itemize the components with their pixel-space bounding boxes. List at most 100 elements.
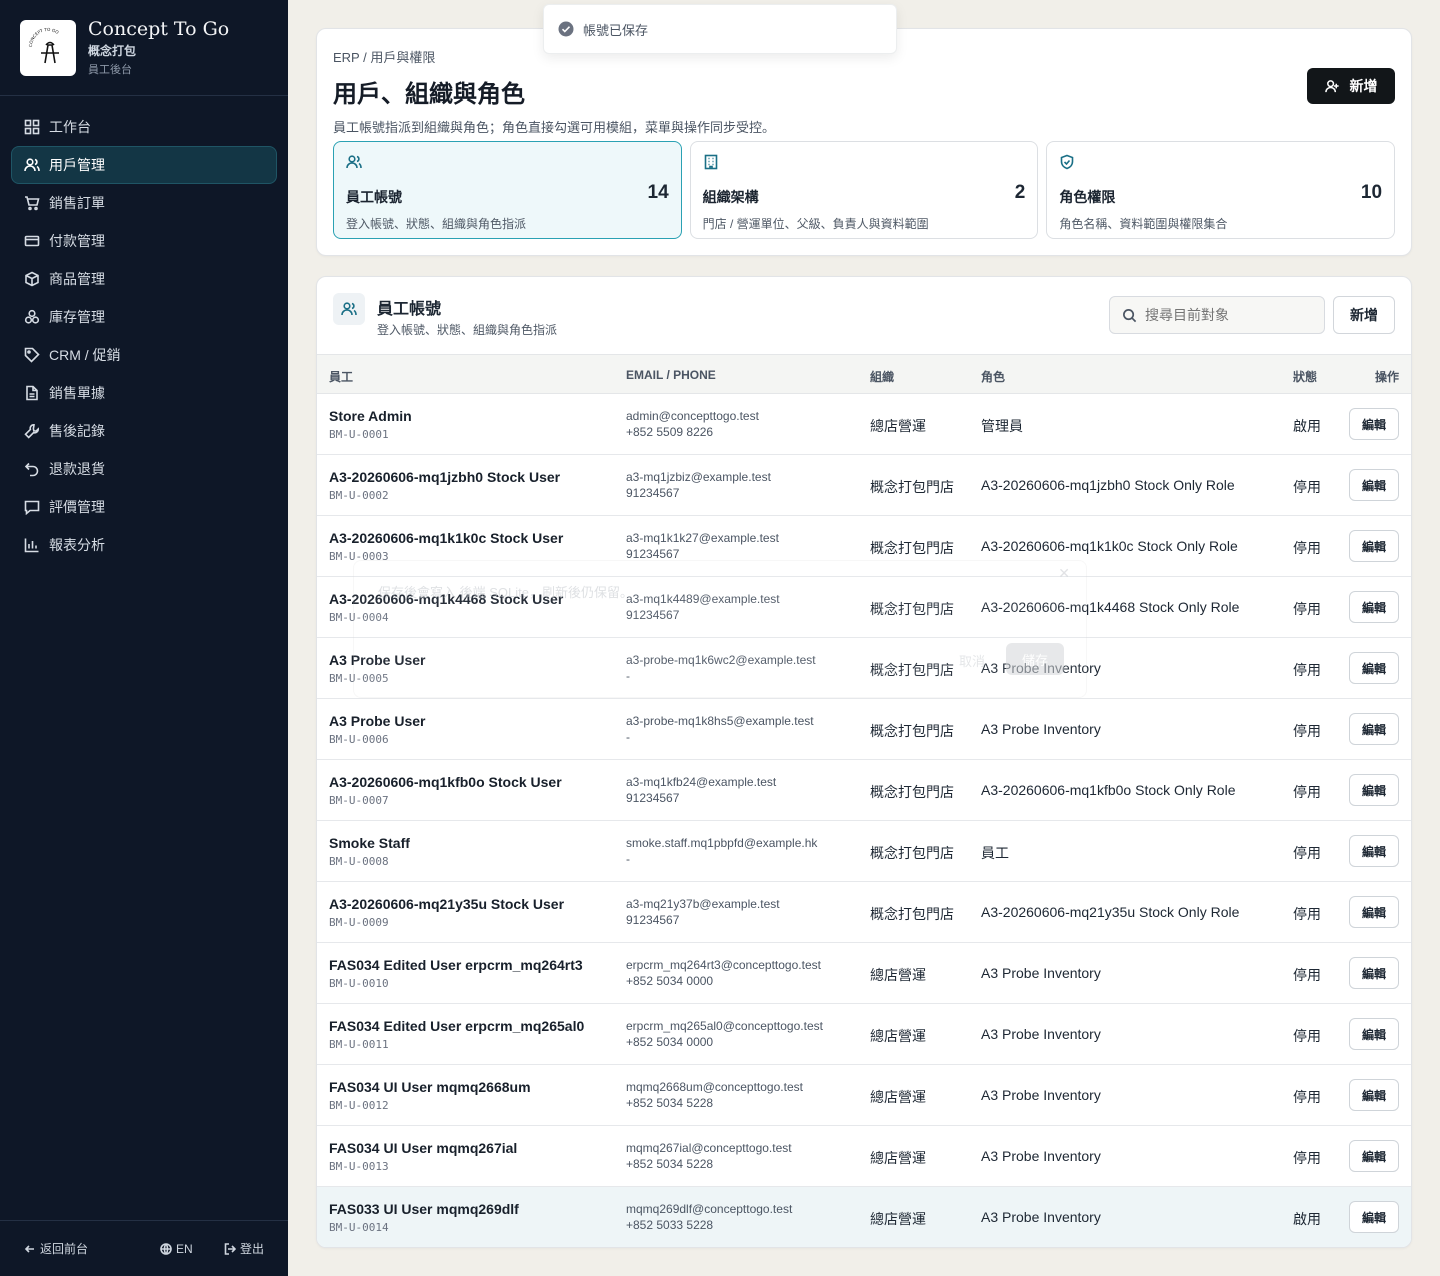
logout-button[interactable]: 登出	[224, 1240, 264, 1257]
employee-org: 總店營運	[870, 1211, 926, 1227]
table-row: A3-20260606-mq1kfb0o Stock User BM-U-0007…	[317, 760, 1411, 821]
stat-card-1[interactable]: 組織架構 門店 / 營運單位、父級、負責人與資料範圍 2	[689, 141, 1039, 239]
employee-phone: -	[626, 669, 630, 683]
sidebar-item-9[interactable]: 退款退貨	[11, 450, 277, 488]
employee-email: a3-probe-mq1k8hs5@example.test	[626, 714, 814, 728]
edit-button[interactable]: 編輯	[1349, 1140, 1399, 1172]
edit-button[interactable]: 編輯	[1349, 408, 1399, 440]
stat-card-0[interactable]: 員工帳號 登入帳號、狀態、組織與角色指派 14	[333, 141, 682, 239]
list-add-button[interactable]: 新增	[1333, 296, 1395, 334]
users-icon	[24, 158, 40, 172]
sidebar-item-3[interactable]: 付款管理	[11, 222, 277, 260]
svg-text:CONCEPT TO GO: CONCEPT TO GO	[28, 26, 60, 46]
employee-code: BM-U-0011	[329, 1038, 389, 1051]
search-input[interactable]	[1145, 307, 1315, 323]
col-role: 角色	[981, 370, 1006, 384]
employee-name: FAS034 Edited User erpcrm_mq265al0	[329, 1018, 585, 1034]
employee-status: 停用	[1293, 967, 1321, 983]
employee-phone: 91234567	[626, 913, 680, 927]
sidebar-item-7[interactable]: 銷售單據	[11, 374, 277, 412]
employee-code: BM-U-0003	[329, 550, 389, 563]
message-icon	[24, 500, 40, 515]
add-button[interactable]: 新增	[1307, 68, 1395, 104]
globe-icon	[160, 1242, 172, 1255]
sidebar-item-label: 報表分析	[49, 537, 105, 553]
employee-status: 停用	[1293, 540, 1321, 556]
sidebar-item-label: 用戶管理	[49, 157, 105, 173]
edit-button[interactable]: 編輯	[1349, 774, 1399, 806]
edit-button[interactable]: 編輯	[1349, 530, 1399, 562]
employee-role: 員工	[981, 845, 1009, 861]
edit-button[interactable]: 編輯	[1349, 713, 1399, 745]
sidebar-item-0[interactable]: 工作台	[11, 108, 277, 146]
file-icon	[26, 385, 38, 401]
employee-phone: +852 5033 5228	[626, 1218, 714, 1232]
employee-org: 概念打包門店	[870, 540, 954, 556]
user-list-card: 員工帳號 登入帳號、狀態、組織與角色指派 新增 員工 EMAIL / PHONE…	[316, 276, 1412, 1248]
table-row: Smoke Staff BM-U-0008 smoke.staff.mq1pbpfd…	[317, 821, 1411, 882]
employee-code: BM-U-0004	[329, 611, 389, 624]
employee-status: 停用	[1293, 784, 1321, 800]
employee-org: 總店營運	[870, 967, 926, 983]
language-toggle[interactable]: EN	[160, 1242, 193, 1256]
edit-button[interactable]: 編輯	[1349, 1079, 1399, 1111]
list-title: 員工帳號	[377, 299, 442, 318]
sidebar-item-label: 銷售單據	[49, 385, 105, 401]
sidebar-item-4[interactable]: 商品管理	[11, 260, 277, 298]
sidebar-item-label: 退款退貨	[49, 461, 105, 477]
sidebar-nav: 工作台用戶管理銷售訂單付款管理商品管理 庫存管理 CRM / 促銷銷售單據售後記錄退…	[0, 96, 288, 576]
back-label: 返回前台	[40, 1242, 89, 1256]
stat-description: 登入帳號、狀態、組織與角色指派	[346, 217, 527, 231]
toast: 帳號已保存	[543, 4, 897, 54]
sidebar-item-1[interactable]: 用戶管理	[11, 146, 277, 184]
employee-org: 概念打包門店	[870, 845, 954, 861]
employee-code: BM-U-0012	[329, 1099, 389, 1112]
edit-button[interactable]: 編輯	[1349, 896, 1399, 928]
edit-button[interactable]: 編輯	[1349, 591, 1399, 623]
employee-status: 停用	[1293, 1089, 1321, 1105]
stat-card-2[interactable]: 角色權限 角色名稱、資料範圍與權限集合 10	[1046, 141, 1396, 239]
employee-status: 啟用	[1293, 418, 1321, 434]
back-to-storefront-link[interactable]: 返回前台	[24, 1240, 88, 1257]
sidebar-item-8[interactable]: 售後記錄	[11, 412, 277, 450]
employee-email: a3-mq1k4489@example.test	[626, 592, 780, 606]
page-header-card: ERP / 用戶與權限 用戶、組織與角色 員工帳號指派到組織與角色；角色直接勾選…	[316, 28, 1412, 256]
edit-button[interactable]: 編輯	[1349, 835, 1399, 867]
edit-button[interactable]: 編輯	[1349, 1201, 1399, 1233]
employee-role: A3 Probe Inventory	[981, 1026, 1101, 1042]
sidebar-item-10[interactable]: 評價管理	[11, 488, 277, 526]
employee-org: 概念打包門店	[870, 906, 954, 922]
employee-phone: +852 5034 0000	[626, 1035, 714, 1049]
employee-org: 概念打包門店	[870, 662, 954, 678]
employee-role: A3-20260606-mq1k4468 Stock Only Role	[981, 599, 1240, 615]
add-button-label: 新增	[1349, 78, 1378, 94]
employee-code: BM-U-0014	[329, 1221, 389, 1234]
stat-title: 角色權限	[1059, 189, 1116, 205]
page-description: 員工帳號指派到組織與角色；角色直接勾選可用模組，菜單與操作同步受控。	[333, 120, 776, 135]
edit-button[interactable]: 編輯	[1349, 652, 1399, 684]
employee-role: A3 Probe Inventory	[981, 965, 1101, 981]
sidebar: CONCEPT TO GO Concept To Go 概念打包 員工後台 工作…	[0, 0, 288, 1276]
building-icon	[704, 154, 717, 170]
edit-button[interactable]: 編輯	[1349, 469, 1399, 501]
edit-button[interactable]: 編輯	[1349, 957, 1399, 989]
employee-code: BM-U-0005	[329, 672, 389, 685]
stat-title: 員工帳號	[346, 189, 402, 205]
employee-email: erpcrm_mq264rt3@concepttogo.test	[626, 958, 821, 972]
sidebar-item-2[interactable]: 銷售訂單	[11, 184, 277, 222]
sidebar-item-11[interactable]: 報表分析	[11, 526, 277, 564]
employee-code: BM-U-0006	[329, 733, 389, 746]
employee-phone: 91234567	[626, 791, 680, 805]
employee-role: A3 Probe Inventory	[981, 721, 1101, 737]
employee-status: 停用	[1293, 479, 1321, 495]
boxes-icon	[24, 309, 40, 324]
sidebar-item-label: 付款管理	[49, 233, 105, 249]
sidebar-item-6[interactable]: CRM / 促銷	[11, 336, 277, 374]
employee-code: BM-U-0008	[329, 855, 389, 868]
employee-status: 停用	[1293, 1028, 1321, 1044]
employee-org: 概念打包門店	[870, 601, 954, 617]
sidebar-item-5[interactable]: 庫存管理	[11, 298, 277, 336]
edit-button[interactable]: 編輯	[1349, 1018, 1399, 1050]
box-icon	[25, 271, 39, 287]
employee-phone: +852 5034 5228	[626, 1157, 714, 1171]
